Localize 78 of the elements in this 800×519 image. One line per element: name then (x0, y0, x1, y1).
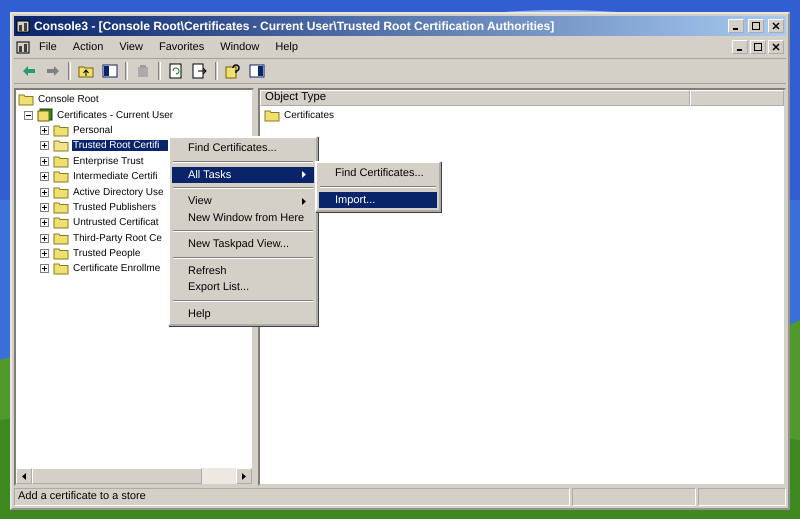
tree-item[interactable]: Untrusted Certificat (72, 217, 160, 228)
folder-icon (53, 262, 69, 276)
list-item[interactable]: Certificates (283, 110, 336, 122)
expand-icon[interactable] (40, 264, 49, 274)
window-title: Console3 - [Console Root\Certificates - Current User\Trusted Root Certification Authorities] (34, 19, 556, 33)
scroll-right-button[interactable] (236, 468, 252, 484)
minimize-button[interactable] (728, 19, 744, 33)
horizontal-scrollbar[interactable] (16, 468, 252, 484)
folder-icon (53, 232, 69, 245)
folder-icon (53, 247, 69, 260)
expand-icon[interactable] (40, 249, 49, 258)
menu-item[interactable]: New Window from Here (172, 210, 314, 226)
menu-item[interactable]: View (112, 39, 150, 55)
close-icon (772, 43, 780, 51)
collapse-icon[interactable] (24, 110, 33, 120)
menu-item[interactable]: Import... (319, 192, 437, 208)
menu-item[interactable]: Window (213, 39, 266, 55)
column-header[interactable]: Object Type (260, 90, 690, 106)
menu-item[interactable]: Find Certificates... (319, 165, 437, 182)
scroll-left-button[interactable] (16, 468, 32, 484)
minimize-button[interactable] (732, 40, 748, 54)
action-pane-icon (249, 63, 265, 79)
tree-item[interactable]: Trusted Publishers (72, 202, 157, 213)
menu-item[interactable]: New Taskpad View... (172, 236, 314, 252)
menu-item[interactable]: Help (172, 306, 314, 322)
menu-item[interactable]: View (172, 193, 314, 210)
menu-item[interactable]: Help (268, 39, 305, 55)
close-icon (772, 22, 780, 30)
menu-item[interactable]: Refresh (172, 262, 314, 279)
folder-icon (53, 186, 69, 199)
maximize-button[interactable] (748, 19, 764, 33)
tree-item[interactable]: Certificates - Current User (56, 110, 174, 121)
certificates-snapin-icon (37, 108, 53, 122)
tree-item[interactable]: Third-Party Root Ce (72, 232, 163, 244)
forward-arrow-icon (45, 63, 61, 79)
folder-icon (264, 109, 280, 122)
tree-item[interactable]: Enterprise Trust (72, 156, 145, 167)
refresh-icon (168, 63, 184, 79)
folder-icon (53, 154, 69, 168)
status-text: Add a certificate to a store (14, 488, 570, 506)
scrollbar-thumb[interactable] (32, 468, 202, 484)
expand-icon[interactable] (40, 156, 49, 166)
expand-icon[interactable] (40, 218, 49, 228)
expand-icon[interactable] (40, 234, 49, 243)
folder-icon (53, 170, 69, 184)
help-icon (225, 63, 241, 79)
folder-icon (53, 216, 69, 230)
menu-item[interactable]: Favorites (152, 39, 212, 55)
folder-icon (53, 139, 69, 152)
export-icon (192, 63, 208, 79)
tree-item[interactable]: Personal (72, 124, 114, 136)
tree-item[interactable]: Console Root (37, 94, 100, 106)
tree-pane-icon (102, 63, 118, 79)
close-button[interactable] (768, 40, 784, 54)
tree-item[interactable]: Active Directory Use (72, 186, 165, 198)
menu-item[interactable]: All Tasks (172, 166, 314, 183)
maximize-icon (752, 22, 760, 30)
menu-item[interactable]: Export List... (172, 279, 314, 296)
expand-icon[interactable] (40, 202, 49, 212)
close-button[interactable] (768, 19, 784, 33)
menu-item[interactable]: File (32, 39, 64, 55)
expand-icon[interactable] (40, 188, 49, 197)
tree-item[interactable]: Intermediate Certifi (72, 171, 158, 182)
expand-icon[interactable] (40, 141, 49, 150)
tree-item[interactable]: Certificate Enrollme (72, 263, 162, 274)
console-icon (16, 19, 30, 33)
maximize-button[interactable] (750, 40, 766, 54)
left-arrow-icon (22, 472, 26, 480)
maximize-icon (754, 43, 762, 51)
menu-item[interactable]: Action (66, 39, 110, 55)
delete-icon (135, 63, 151, 79)
expand-icon[interactable] (40, 172, 49, 182)
console-icon (16, 40, 30, 54)
expand-icon[interactable] (40, 126, 49, 135)
right-arrow-icon (242, 472, 246, 480)
folder-icon (18, 93, 34, 106)
tree-item[interactable]: Trusted People (72, 248, 142, 260)
folder-icon (53, 124, 69, 137)
